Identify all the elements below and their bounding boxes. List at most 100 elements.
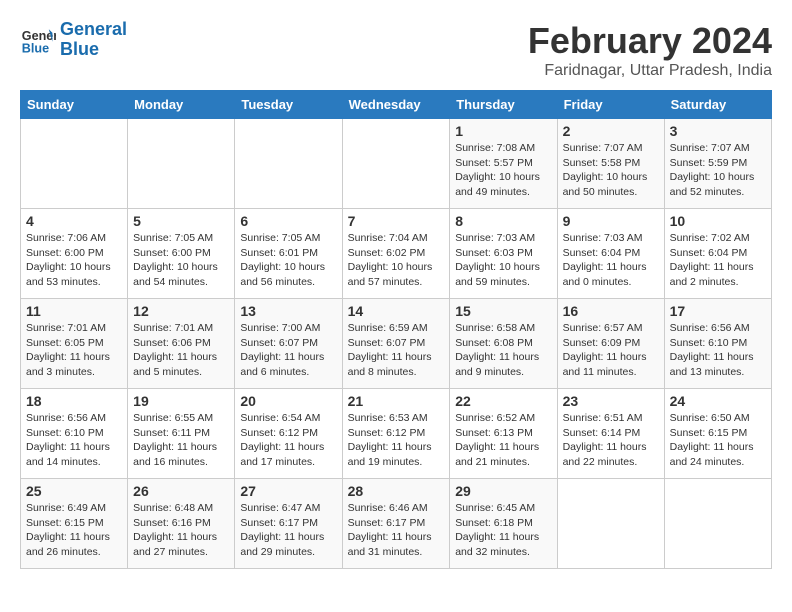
day-number: 21: [348, 393, 445, 409]
day-info: Sunrise: 6:56 AMSunset: 6:10 PMDaylight:…: [26, 411, 122, 470]
calendar-cell: 12 Sunrise: 7:01 AMSunset: 6:06 PMDayligh…: [128, 299, 235, 389]
day-info: Sunrise: 7:04 AMSunset: 6:02 PMDaylight:…: [348, 231, 445, 290]
day-info: Sunrise: 6:48 AMSunset: 6:16 PMDaylight:…: [133, 501, 229, 560]
day-info: Sunrise: 7:06 AMSunset: 6:00 PMDaylight:…: [26, 231, 122, 290]
calendar-cell: 28 Sunrise: 6:46 AMSunset: 6:17 PMDayligh…: [342, 479, 450, 569]
title-area: February 2024 Faridnagar, Uttar Pradesh,…: [528, 20, 772, 80]
day-number: 22: [455, 393, 551, 409]
calendar-table: SundayMondayTuesdayWednesdayThursdayFrid…: [20, 90, 772, 569]
day-info: Sunrise: 6:49 AMSunset: 6:15 PMDaylight:…: [26, 501, 122, 560]
calendar-cell: [235, 119, 342, 209]
day-number: 11: [26, 303, 122, 319]
calendar-cell: 1 Sunrise: 7:08 AMSunset: 5:57 PMDaylight…: [450, 119, 557, 209]
day-number: 18: [26, 393, 122, 409]
header-thursday: Thursday: [450, 91, 557, 119]
header-monday: Monday: [128, 91, 235, 119]
calendar-cell: 25 Sunrise: 6:49 AMSunset: 6:15 PMDayligh…: [21, 479, 128, 569]
calendar-cell: [664, 479, 771, 569]
calendar-week-row: 1 Sunrise: 7:08 AMSunset: 5:57 PMDaylight…: [21, 119, 772, 209]
header-tuesday: Tuesday: [235, 91, 342, 119]
day-info: Sunrise: 7:01 AMSunset: 6:05 PMDaylight:…: [26, 321, 122, 380]
logo-blue: Blue: [60, 39, 99, 59]
header: General Blue General Blue February 2024 …: [20, 20, 772, 80]
calendar-cell: 10Sunrise: 7:02 AMSunset: 6:04 PMDayligh…: [664, 209, 771, 299]
day-info: Sunrise: 6:55 AMSunset: 6:11 PMDaylight:…: [133, 411, 229, 470]
calendar-cell: 24Sunrise: 6:50 AMSunset: 6:15 PMDayligh…: [664, 389, 771, 479]
calendar-cell: 13 Sunrise: 7:00 AMSunset: 6:07 PMDayligh…: [235, 299, 342, 389]
header-sunday: Sunday: [21, 91, 128, 119]
day-info: Sunrise: 6:45 AMSunset: 6:18 PMDaylight:…: [455, 501, 551, 560]
calendar-cell: 6 Sunrise: 7:05 AMSunset: 6:01 PMDaylight…: [235, 209, 342, 299]
logo-icon: General Blue: [20, 22, 56, 58]
day-number: 1: [455, 123, 551, 139]
calendar-header-row: SundayMondayTuesdayWednesdayThursdayFrid…: [21, 91, 772, 119]
day-number: 28: [348, 483, 445, 499]
day-info: Sunrise: 6:59 AMSunset: 6:07 PMDaylight:…: [348, 321, 445, 380]
header-friday: Friday: [557, 91, 664, 119]
day-number: 9: [563, 213, 659, 229]
calendar-cell: 19Sunrise: 6:55 AMSunset: 6:11 PMDayligh…: [128, 389, 235, 479]
day-info: Sunrise: 7:07 AMSunset: 5:58 PMDaylight:…: [563, 141, 659, 200]
svg-text:Blue: Blue: [22, 41, 49, 55]
calendar-cell: [21, 119, 128, 209]
day-number: 6: [240, 213, 336, 229]
calendar-cell: 8Sunrise: 7:03 AMSunset: 6:03 PMDaylight…: [450, 209, 557, 299]
calendar-cell: 7 Sunrise: 7:04 AMSunset: 6:02 PMDaylight…: [342, 209, 450, 299]
calendar-cell: 23 Sunrise: 6:51 AMSunset: 6:14 PMDayligh…: [557, 389, 664, 479]
header-wednesday: Wednesday: [342, 91, 450, 119]
calendar-cell: 22Sunrise: 6:52 AMSunset: 6:13 PMDayligh…: [450, 389, 557, 479]
calendar-cell: 11 Sunrise: 7:01 AMSunset: 6:05 PMDayligh…: [21, 299, 128, 389]
calendar-cell: 27 Sunrise: 6:47 AMSunset: 6:17 PMDayligh…: [235, 479, 342, 569]
day-info: Sunrise: 6:58 AMSunset: 6:08 PMDaylight:…: [455, 321, 551, 380]
day-info: Sunrise: 7:00 AMSunset: 6:07 PMDaylight:…: [240, 321, 336, 380]
day-number: 12: [133, 303, 229, 319]
calendar-cell: 9 Sunrise: 7:03 AMSunset: 6:04 PMDaylight…: [557, 209, 664, 299]
day-info: Sunrise: 7:05 AMSunset: 6:01 PMDaylight:…: [240, 231, 336, 290]
day-number: 4: [26, 213, 122, 229]
calendar-cell: 20 Sunrise: 6:54 AMSunset: 6:12 PMDayligh…: [235, 389, 342, 479]
calendar-cell: 4 Sunrise: 7:06 AMSunset: 6:00 PMDaylight…: [21, 209, 128, 299]
day-info: Sunrise: 7:05 AMSunset: 6:00 PMDaylight:…: [133, 231, 229, 290]
day-number: 27: [240, 483, 336, 499]
logo-general: General: [60, 19, 127, 39]
calendar-cell: 26 Sunrise: 6:48 AMSunset: 6:16 PMDayligh…: [128, 479, 235, 569]
header-saturday: Saturday: [664, 91, 771, 119]
calendar-cell: [557, 479, 664, 569]
day-number: 2: [563, 123, 659, 139]
calendar-cell: 16Sunrise: 6:57 AMSunset: 6:09 PMDayligh…: [557, 299, 664, 389]
calendar-week-row: 11 Sunrise: 7:01 AMSunset: 6:05 PMDayligh…: [21, 299, 772, 389]
calendar-cell: 29 Sunrise: 6:45 AMSunset: 6:18 PMDayligh…: [450, 479, 557, 569]
day-number: 20: [240, 393, 336, 409]
day-info: Sunrise: 6:53 AMSunset: 6:12 PMDaylight:…: [348, 411, 445, 470]
calendar-cell: 21 Sunrise: 6:53 AMSunset: 6:12 PMDayligh…: [342, 389, 450, 479]
day-number: 5: [133, 213, 229, 229]
day-number: 7: [348, 213, 445, 229]
calendar-cell: [128, 119, 235, 209]
day-number: 23: [563, 393, 659, 409]
day-info: Sunrise: 6:46 AMSunset: 6:17 PMDaylight:…: [348, 501, 445, 560]
day-info: Sunrise: 7:07 AMSunset: 5:59 PMDaylight:…: [670, 141, 766, 200]
calendar-week-row: 4 Sunrise: 7:06 AMSunset: 6:00 PMDaylight…: [21, 209, 772, 299]
day-number: 14: [348, 303, 445, 319]
main-title: February 2024: [528, 20, 772, 62]
day-number: 13: [240, 303, 336, 319]
day-number: 25: [26, 483, 122, 499]
calendar-cell: 5 Sunrise: 7:05 AMSunset: 6:00 PMDaylight…: [128, 209, 235, 299]
day-number: 29: [455, 483, 551, 499]
calendar-cell: 14 Sunrise: 6:59 AMSunset: 6:07 PMDayligh…: [342, 299, 450, 389]
day-info: Sunrise: 7:08 AMSunset: 5:57 PMDaylight:…: [455, 141, 551, 200]
day-number: 24: [670, 393, 766, 409]
day-info: Sunrise: 7:03 AMSunset: 6:03 PMDaylight:…: [455, 231, 551, 290]
day-number: 10: [670, 213, 766, 229]
day-number: 26: [133, 483, 229, 499]
day-info: Sunrise: 6:57 AMSunset: 6:09 PMDaylight:…: [563, 321, 659, 380]
day-info: Sunrise: 7:01 AMSunset: 6:06 PMDaylight:…: [133, 321, 229, 380]
calendar-week-row: 18 Sunrise: 6:56 AMSunset: 6:10 PMDayligh…: [21, 389, 772, 479]
day-info: Sunrise: 6:47 AMSunset: 6:17 PMDaylight:…: [240, 501, 336, 560]
day-info: Sunrise: 7:03 AMSunset: 6:04 PMDaylight:…: [563, 231, 659, 290]
calendar-cell: 3Sunrise: 7:07 AMSunset: 5:59 PMDaylight…: [664, 119, 771, 209]
day-info: Sunrise: 6:54 AMSunset: 6:12 PMDaylight:…: [240, 411, 336, 470]
logo-text: General Blue: [60, 20, 127, 60]
subtitle: Faridnagar, Uttar Pradesh, India: [528, 62, 772, 80]
day-info: Sunrise: 6:51 AMSunset: 6:14 PMDaylight:…: [563, 411, 659, 470]
